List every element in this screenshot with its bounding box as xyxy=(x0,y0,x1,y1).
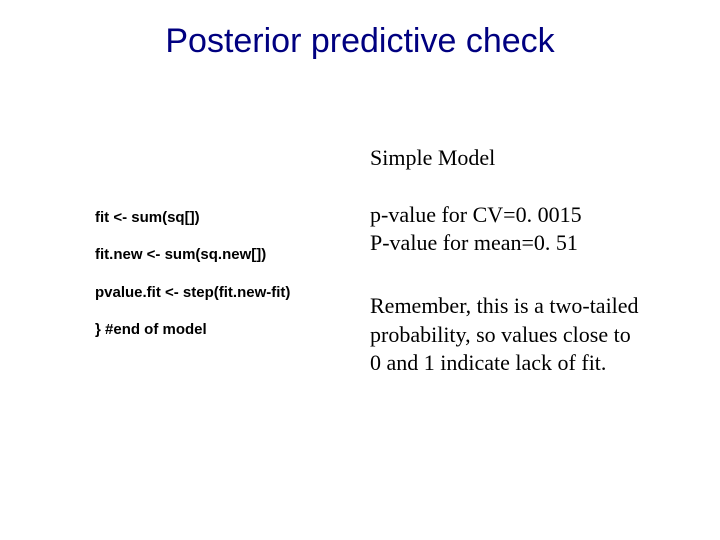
code-line-1: fit <- sum(sq[]) xyxy=(95,209,355,228)
code-line-4: } #end of model xyxy=(95,321,355,340)
right-column: Simple Model p-value for CV=0. 0015 P-va… xyxy=(370,145,640,378)
code-line-3: pvalue.fit <- step(fit.new-fit) xyxy=(95,284,355,303)
pvalue-cv: p-value for CV=0. 0015 xyxy=(370,201,640,229)
pvalue-mean: P-value for mean=0. 51 xyxy=(370,229,640,257)
code-line-2: fit.new <- sum(sq.new[]) xyxy=(95,246,355,265)
slide: Posterior predictive check fit <- sum(sq… xyxy=(0,0,720,540)
model-heading: Simple Model xyxy=(370,145,640,171)
note-text: Remember, this is a two-tailed probabili… xyxy=(370,292,640,378)
slide-title: Posterior predictive check xyxy=(0,22,720,61)
pvalue-block: p-value for CV=0. 0015 P-value for mean=… xyxy=(370,201,640,256)
code-block: fit <- sum(sq[]) fit.new <- sum(sq.new[]… xyxy=(95,190,355,359)
